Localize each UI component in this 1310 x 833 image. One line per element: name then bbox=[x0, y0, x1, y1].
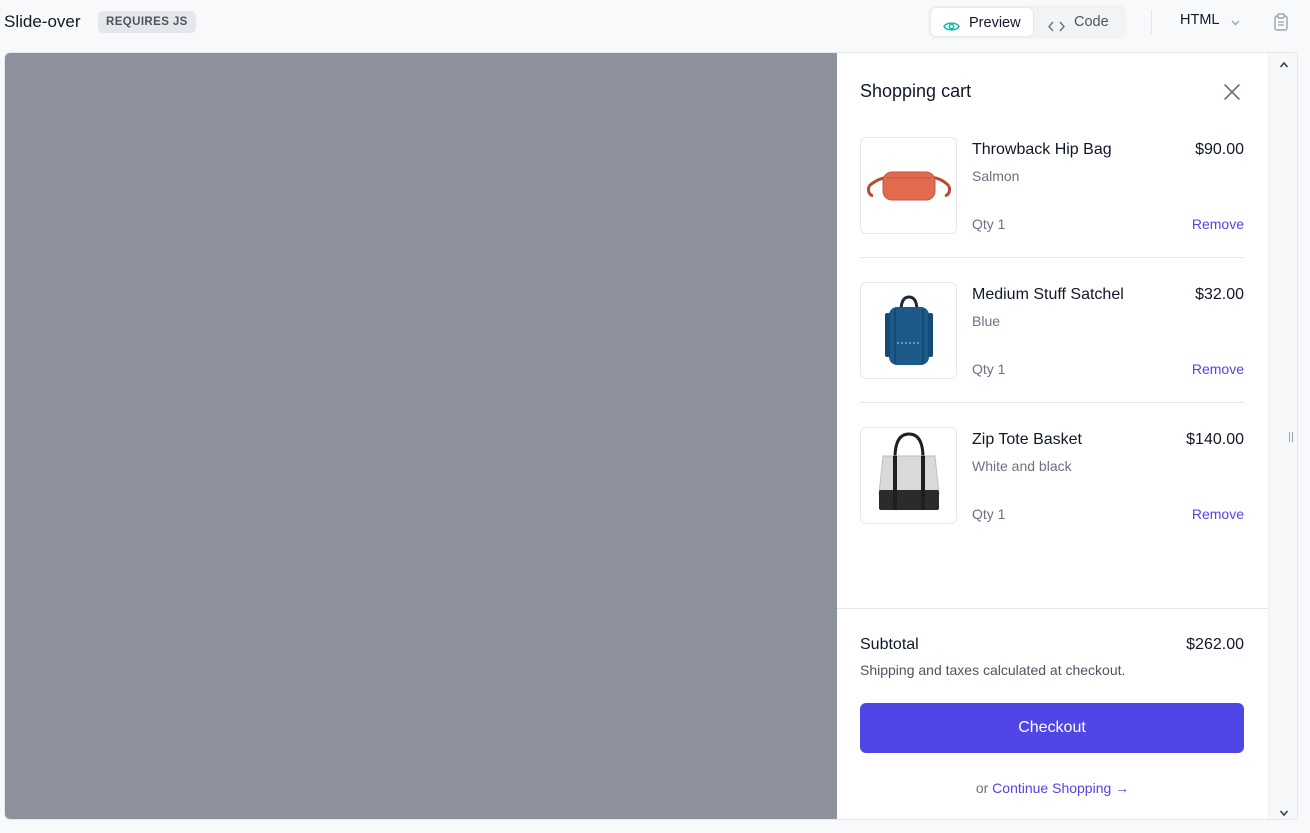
cart-title: Shopping cart bbox=[860, 81, 972, 101]
shipping-note: Shipping and taxes calculated at checkou… bbox=[860, 662, 1126, 678]
tab-preview-label: Preview bbox=[969, 15, 1021, 31]
item-name: Throwback Hip Bag bbox=[972, 141, 1112, 158]
chevron-down-icon[interactable] bbox=[1279, 805, 1289, 819]
item-price: $140.00 bbox=[1186, 431, 1244, 448]
subtotal-value: $262.00 bbox=[1186, 636, 1244, 653]
continue-prefix: or bbox=[975, 780, 989, 796]
top-bar: Slide-over REQUIRES JS Preview Code HTML bbox=[0, 0, 1310, 44]
item-quantity: Qty 1 bbox=[972, 361, 1006, 377]
tab-preview[interactable]: Preview bbox=[930, 7, 1034, 37]
cart-item: Medium Stuff Satchel $32.00 Blue Qty 1 R… bbox=[860, 282, 1244, 379]
product-image-hip-bag bbox=[860, 137, 957, 234]
chevron-down-icon[interactable] bbox=[1230, 15, 1241, 33]
remove-button[interactable]: Remove bbox=[1192, 216, 1244, 232]
checkout-button[interactable]: Checkout bbox=[860, 703, 1244, 753]
item-name: Zip Tote Basket bbox=[972, 431, 1082, 448]
item-price: $32.00 bbox=[1195, 286, 1244, 303]
item-name: Medium Stuff Satchel bbox=[972, 286, 1124, 303]
eye-icon bbox=[943, 15, 960, 45]
clipboard-icon[interactable] bbox=[1273, 13, 1289, 36]
requires-js-badge: REQUIRES JS bbox=[98, 11, 196, 33]
language-select[interactable]: HTML bbox=[1180, 12, 1219, 28]
view-toggle: Preview Code bbox=[928, 5, 1126, 39]
item-variant: Salmon bbox=[972, 168, 1020, 184]
code-brackets-icon bbox=[1048, 14, 1065, 44]
backdrop-overlay[interactable] bbox=[5, 53, 837, 819]
subtotal-label: Subtotal bbox=[860, 636, 919, 653]
toolbar-divider bbox=[1151, 10, 1152, 34]
item-price: $90.00 bbox=[1195, 141, 1244, 158]
continue-shopping: or Continue Shopping → bbox=[837, 780, 1268, 796]
remove-button[interactable]: Remove bbox=[1192, 361, 1244, 377]
page-title: Slide-over bbox=[4, 12, 81, 31]
tab-code[interactable]: Code bbox=[1040, 7, 1124, 37]
resize-handle-icon[interactable] bbox=[1288, 430, 1294, 442]
preview-frame: Shopping cart Throwback Hip Bag $90.00 S… bbox=[4, 52, 1298, 820]
footer-divider bbox=[837, 608, 1268, 609]
close-icon[interactable] bbox=[1222, 82, 1242, 102]
item-variant: White and black bbox=[972, 458, 1072, 474]
item-divider bbox=[860, 257, 1244, 258]
cart-item: Zip Tote Basket $140.00 White and black … bbox=[860, 427, 1244, 524]
remove-button[interactable]: Remove bbox=[1192, 506, 1244, 522]
item-quantity: Qty 1 bbox=[972, 216, 1006, 232]
item-variant: Blue bbox=[972, 313, 1001, 329]
cart-item: Throwback Hip Bag $90.00 Salmon Qty 1 Re… bbox=[860, 137, 1244, 234]
chevron-up-icon[interactable] bbox=[1279, 57, 1289, 75]
continue-shopping-link[interactable]: Continue Shopping → bbox=[992, 780, 1129, 796]
product-image-satchel bbox=[860, 282, 957, 379]
slide-over-panel: Shopping cart Throwback Hip Bag $90.00 S… bbox=[837, 53, 1268, 819]
item-quantity: Qty 1 bbox=[972, 506, 1006, 522]
tab-code-label: Code bbox=[1074, 14, 1109, 30]
product-image-tote bbox=[860, 427, 957, 524]
item-divider bbox=[860, 402, 1244, 403]
